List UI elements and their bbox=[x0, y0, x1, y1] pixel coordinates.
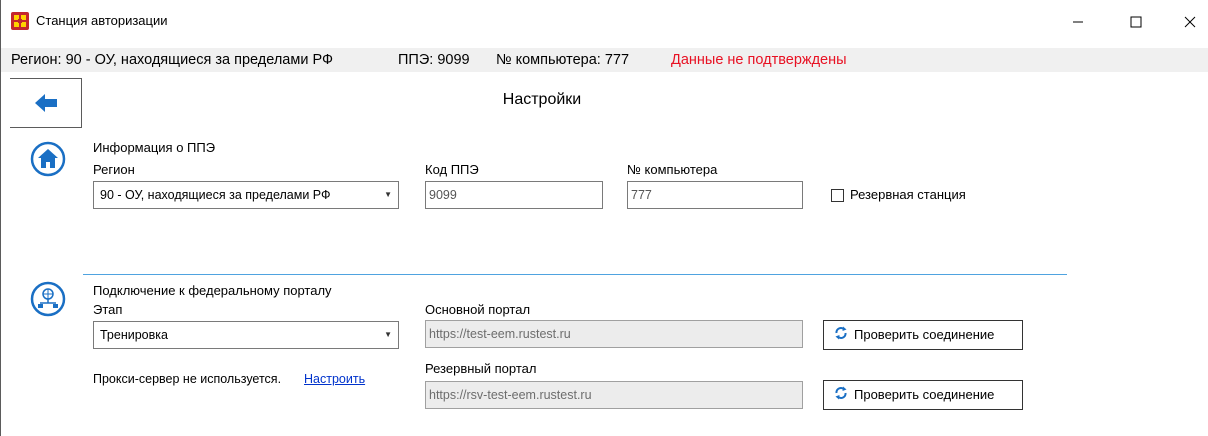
region-label: Регион bbox=[93, 162, 135, 177]
computer-number-input[interactable] bbox=[627, 181, 803, 209]
minimize-icon bbox=[1073, 21, 1083, 23]
title-bar: Станция авторизации bbox=[1, 0, 1208, 44]
close-icon bbox=[1184, 16, 1196, 28]
ppe-code-input[interactable] bbox=[425, 181, 603, 209]
status-computer: № компьютера: 777 bbox=[496, 52, 630, 68]
check-reserve-connection-button[interactable]: Проверить соединение bbox=[823, 380, 1023, 410]
page-title: Настройки bbox=[502, 91, 582, 108]
section-title-ppe: Информация о ППЭ bbox=[93, 140, 216, 155]
network-globe-icon bbox=[30, 281, 66, 317]
chevron-down-icon: ▼ bbox=[384, 330, 392, 339]
home-icon bbox=[30, 141, 66, 177]
check-main-connection-button[interactable]: Проверить соединение bbox=[823, 320, 1023, 350]
reserve-portal-label: Резервный портал bbox=[425, 361, 537, 376]
reserve-station-label: Резервная станция bbox=[850, 187, 966, 202]
status-warning: Данные не подтверждены bbox=[671, 52, 847, 68]
status-region: Регион: 90 - ОУ, находящиеся за пределам… bbox=[11, 52, 333, 68]
refresh-icon bbox=[834, 382, 848, 410]
close-button[interactable] bbox=[1167, 0, 1208, 44]
section-title-portal: Подключение к федеральному порталу bbox=[93, 283, 332, 298]
stage-select[interactable]: Тренировка ▼ bbox=[93, 321, 399, 349]
region-select[interactable]: 90 - ОУ, находящиеся за пределами РФ ▼ bbox=[93, 181, 399, 209]
status-bar: Регион: 90 - ОУ, находящиеся за пределам… bbox=[1, 48, 1208, 72]
maximize-icon bbox=[1130, 16, 1142, 28]
proxy-configure-link[interactable]: Настроить bbox=[304, 372, 365, 386]
app-window: Станция авторизации Регион: 90 - ОУ, нах… bbox=[0, 0, 1208, 436]
computer-label: № компьютера bbox=[627, 162, 718, 177]
region-select-value: 90 - ОУ, находящиеся за пределами РФ bbox=[100, 188, 331, 202]
window-title: Станция авторизации bbox=[36, 13, 168, 28]
proxy-status-text: Прокси-сервер не используется. bbox=[93, 372, 282, 386]
main-portal-label: Основной портал bbox=[425, 302, 531, 317]
stage-label: Этап bbox=[93, 302, 123, 317]
maximize-button[interactable] bbox=[1113, 0, 1159, 44]
check-main-connection-label: Проверить соединение bbox=[854, 327, 995, 342]
chevron-down-icon: ▼ bbox=[384, 190, 392, 199]
code-label: Код ППЭ bbox=[425, 162, 479, 177]
reserve-portal-input[interactable] bbox=[425, 381, 803, 409]
check-reserve-connection-label: Проверить соединение bbox=[854, 387, 995, 402]
minimize-button[interactable] bbox=[1055, 0, 1101, 44]
section-divider bbox=[83, 274, 1067, 275]
stage-select-value: Тренировка bbox=[100, 328, 168, 342]
refresh-icon bbox=[834, 322, 848, 350]
app-logo-icon bbox=[11, 12, 29, 30]
reserve-station-checkbox[interactable] bbox=[831, 189, 844, 202]
main-portal-input[interactable] bbox=[425, 320, 803, 348]
status-ppe: ППЭ: 9099 bbox=[398, 52, 470, 68]
